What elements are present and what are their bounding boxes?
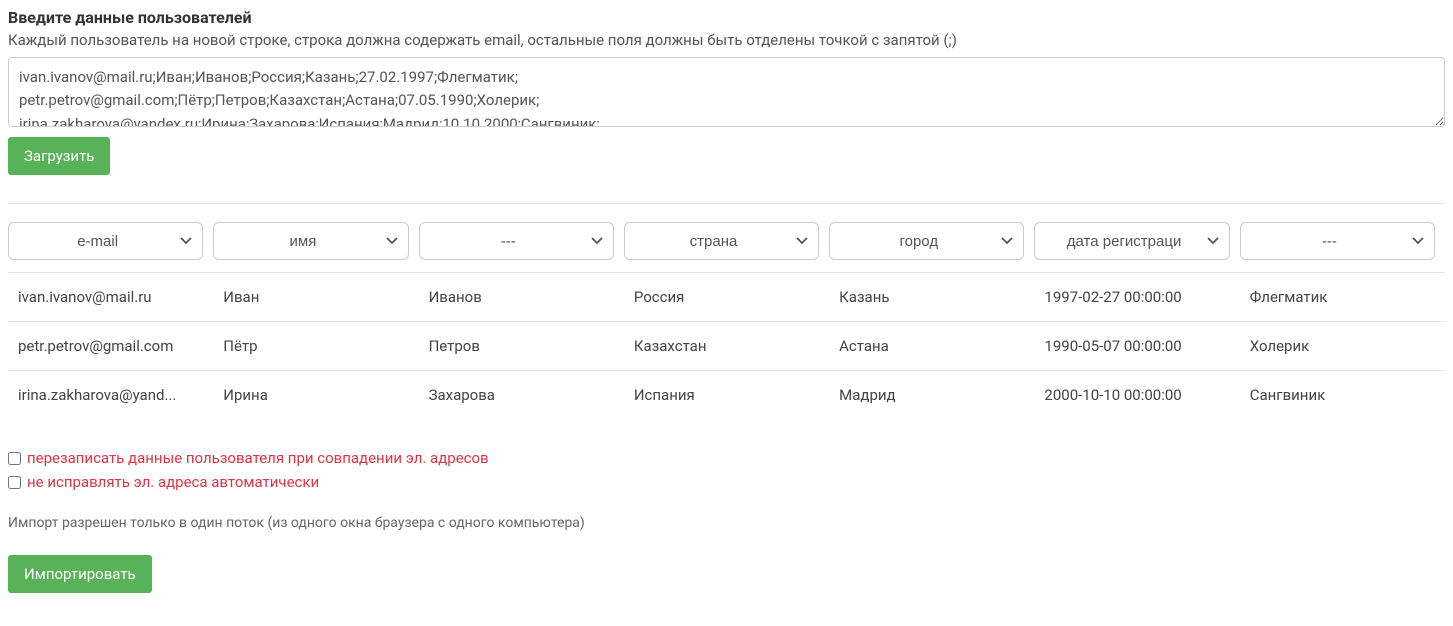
table-cell: Иванов [419,272,624,321]
table-cell: Пётр [213,321,418,370]
column-mapping-select[interactable]: e-mail [8,222,203,260]
table-cell: Астана [829,321,1034,370]
table-cell: Холерик [1240,321,1445,370]
import-note: Импорт разрешен только в один поток (из … [8,515,1445,531]
table-cell: Россия [624,272,829,321]
options-block: перезаписать данные пользователя при сов… [8,449,1445,491]
column-mapping-select[interactable]: --- [1240,222,1435,260]
option-nofix-row: не исправлять эл. адреса автоматически [8,473,1445,491]
divider [8,203,1445,204]
page-subheading: Каждый пользователь на новой строке, стр… [8,31,1445,49]
column-header: дата регистраци [1034,222,1239,272]
table-cell: Сангвиник [1240,370,1445,419]
column-header: город [829,222,1034,272]
column-header: e-mail [8,222,213,272]
column-mapping-select[interactable]: имя [213,222,408,260]
overwrite-checkbox[interactable] [8,452,21,465]
table-cell: petr.petrov@gmail.com [8,321,213,370]
table-cell: Ирина [213,370,418,419]
nofix-label[interactable]: не исправлять эл. адреса автоматически [27,473,319,491]
table-cell: Иван [213,272,418,321]
page-heading: Введите данные пользователей [8,8,1445,27]
table-cell: irina.zakharova@yand... [8,370,213,419]
import-button[interactable]: Импортировать [8,555,152,593]
load-button[interactable]: Загрузить [8,137,110,175]
column-header: имя [213,222,418,272]
option-overwrite-row: перезаписать данные пользователя при сов… [8,449,1445,467]
table-cell: Флегматик [1240,272,1445,321]
column-mapping-select[interactable]: --- [419,222,614,260]
nofix-checkbox[interactable] [8,476,21,489]
table-cell: Мадрид [829,370,1034,419]
column-header: страна [624,222,829,272]
table-cell: Казань [829,272,1034,321]
column-mapping-select[interactable]: дата регистраци [1034,222,1229,260]
column-mapping-select[interactable]: город [829,222,1024,260]
table-cell: Казахстан [624,321,829,370]
table-cell: Захарова [419,370,624,419]
column-mapping-select[interactable]: страна [624,222,819,260]
users-textarea[interactable] [8,57,1445,127]
column-header: --- [419,222,624,272]
table-cell: 2000-10-10 00:00:00 [1034,370,1239,419]
table-cell: Петров [419,321,624,370]
preview-table: e-mail имя --- страна город дата регистраци --… [8,222,1445,419]
column-header: --- [1240,222,1445,272]
overwrite-label[interactable]: перезаписать данные пользователя при сов… [27,449,489,467]
table-cell: Испания [624,370,829,419]
table-cell: ivan.ivanov@mail.ru [8,272,213,321]
table-cell: 1990-05-07 00:00:00 [1034,321,1239,370]
table-cell: 1997-02-27 00:00:00 [1034,272,1239,321]
